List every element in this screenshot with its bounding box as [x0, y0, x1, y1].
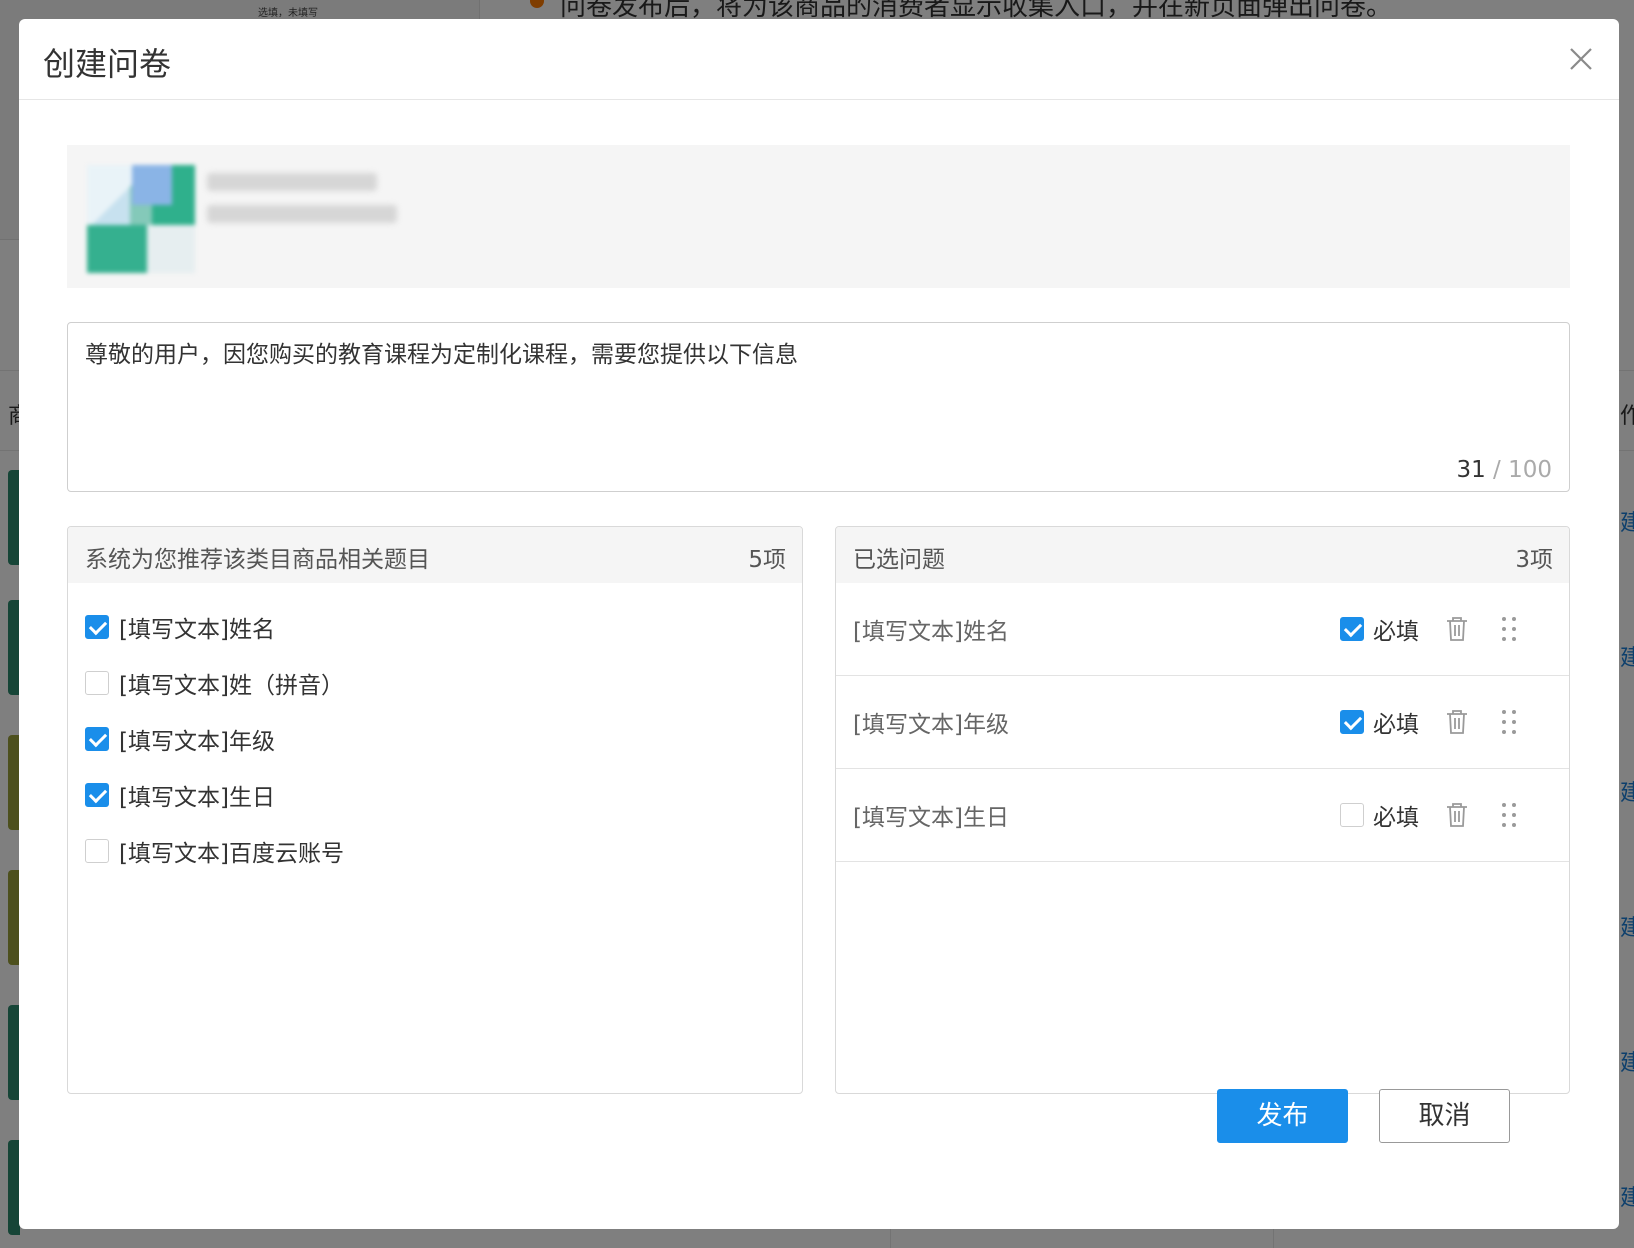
close-icon[interactable]	[1567, 45, 1595, 73]
publish-button[interactable]: 发布	[1217, 1089, 1348, 1143]
recommended-item-label: [填写文本]年级	[119, 729, 275, 755]
required-label: 必填	[1373, 619, 1419, 645]
recommended-item-grade[interactable]: [填写文本]年级	[85, 711, 344, 767]
drag-handle-icon[interactable]	[1499, 801, 1519, 829]
selected-panel-header: 已选问题 3项	[836, 527, 1569, 583]
product-image	[87, 165, 195, 273]
checkbox[interactable]	[85, 783, 109, 807]
selected-question-row: [填写文本]姓名 必填	[836, 583, 1569, 676]
recommended-item-pinyin[interactable]: [填写文本]姓（拼音）	[85, 655, 344, 711]
required-checkbox[interactable]	[1340, 710, 1364, 734]
survey-description-text: 尊敬的用户，因您购买的教育课程为定制化课程，需要您提供以下信息	[85, 341, 798, 367]
recommended-count: 5项	[748, 547, 786, 573]
character-limit: 100	[1508, 457, 1552, 483]
selected-question-label: [填写文本]年级	[853, 712, 1009, 738]
selected-count: 3项	[1515, 547, 1553, 573]
selected-question-row: [填写文本]年级 必填	[836, 676, 1569, 769]
character-count: 31	[1456, 457, 1486, 483]
required-toggle[interactable]: 必填	[1340, 705, 1419, 739]
recommended-item-baidu-cloud[interactable]: [填写文本]百度云账号	[85, 823, 344, 879]
recommended-item-birthday[interactable]: [填写文本]生日	[85, 767, 344, 823]
recommended-list: [填写文本]姓名 [填写文本]姓（拼音） [填写文本]年级 [填写文本]生日 […	[85, 599, 344, 879]
character-counter-separator: /	[1493, 457, 1501, 483]
survey-description-textarea[interactable]: 尊敬的用户，因您购买的教育课程为定制化课程，需要您提供以下信息 31 / 100	[67, 322, 1570, 492]
cancel-button[interactable]: 取消	[1379, 1089, 1510, 1143]
product-info-bar	[67, 145, 1570, 288]
drag-handle-icon[interactable]	[1499, 615, 1519, 643]
drag-handle-icon[interactable]	[1499, 708, 1519, 736]
required-toggle[interactable]: 必填	[1340, 798, 1419, 832]
character-counter: 31 / 100	[1456, 457, 1552, 483]
recommended-panel-title: 系统为您推荐该类目商品相关题目	[85, 547, 430, 573]
selected-questions-panel: 已选问题 3项 [填写文本]姓名 必填 [填写文本]年级 必填 [填写文本]生日…	[835, 526, 1570, 1094]
required-checkbox[interactable]	[1340, 617, 1364, 641]
recommended-item-name[interactable]: [填写文本]姓名	[85, 599, 344, 655]
trash-icon[interactable]	[1444, 615, 1470, 643]
checkbox[interactable]	[85, 839, 109, 863]
dialog-header: 创建问卷	[19, 19, 1619, 100]
selected-question-label: [填写文本]姓名	[853, 619, 1009, 645]
recommended-item-label: [填写文本]百度云账号	[119, 841, 344, 867]
recommended-item-label: [填写文本]生日	[119, 785, 275, 811]
recommended-item-label: [填写文本]姓名	[119, 617, 275, 643]
trash-icon[interactable]	[1444, 708, 1470, 736]
checkbox[interactable]	[85, 615, 109, 639]
dialog-title: 创建问卷	[43, 45, 172, 83]
selected-question-row: [填写文本]生日 必填	[836, 769, 1569, 862]
product-name-blurred	[207, 173, 377, 191]
recommended-panel-header: 系统为您推荐该类目商品相关题目 5项	[68, 527, 802, 583]
required-toggle[interactable]: 必填	[1340, 612, 1419, 646]
required-checkbox[interactable]	[1340, 803, 1364, 827]
recommended-questions-panel: 系统为您推荐该类目商品相关题目 5项 [填写文本]姓名 [填写文本]姓（拼音） …	[67, 526, 803, 1094]
trash-icon[interactable]	[1444, 801, 1470, 829]
required-label: 必填	[1373, 805, 1419, 831]
checkbox[interactable]	[85, 671, 109, 695]
required-label: 必填	[1373, 712, 1419, 738]
selected-panel-title: 已选问题	[853, 547, 945, 573]
product-price-blurred	[207, 205, 397, 223]
checkbox[interactable]	[85, 727, 109, 751]
recommended-item-label: [填写文本]姓（拼音）	[119, 673, 344, 699]
create-survey-dialog: 创建问卷 尊敬的用户，因您购买的教育课程为定制化课程，需要您提供以下信息 31 …	[19, 19, 1619, 1229]
selected-question-label: [填写文本]生日	[853, 805, 1009, 831]
